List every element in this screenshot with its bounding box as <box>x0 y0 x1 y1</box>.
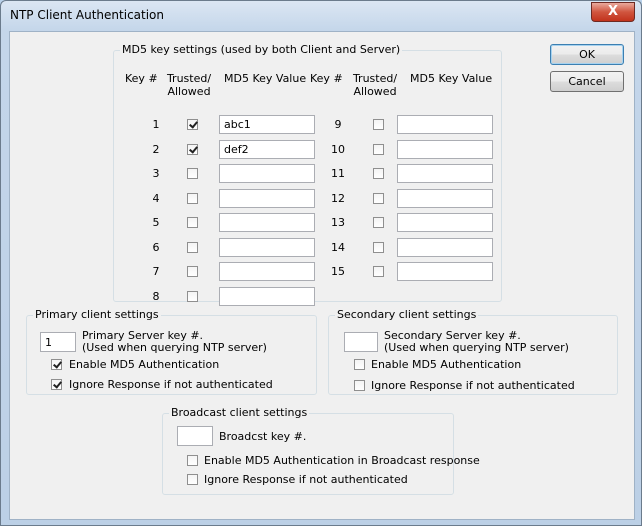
key-11-md5-value-input[interactable] <box>397 164 493 183</box>
key-3-md5-value-input[interactable] <box>219 164 315 183</box>
header-trusted-right: Trusted/ Allowed <box>350 72 400 98</box>
key-number-9: 9 <box>334 118 342 131</box>
key-11-trusted-checkbox[interactable] <box>373 168 384 179</box>
key-number-14: 14 <box>331 240 345 254</box>
key-3-trusted-checkbox[interactable] <box>187 168 198 179</box>
secondary-ignore-response-label: Ignore Response if not authenticated <box>371 379 575 392</box>
key-10-md5-value-input[interactable] <box>397 139 493 159</box>
key-number-12: 12 <box>331 191 345 205</box>
broadcast-ignore-response-checkbox[interactable] <box>187 474 198 485</box>
key-4-trusted-checkbox[interactable] <box>187 192 198 204</box>
key-number-4: 4 <box>152 191 160 205</box>
primary-ignore-response-label: Ignore Response if not authenticated <box>69 378 273 391</box>
key-number-13: 13 <box>331 216 345 229</box>
header-value-right: MD5 Key Value <box>410 72 493 85</box>
key-5-trusted-checkbox[interactable] <box>187 217 198 228</box>
key-12-md5-value-input[interactable] <box>397 188 493 208</box>
header-trusted-right-line1: Trusted/ <box>352 72 398 85</box>
dialog-client-area: MD5 key settings (used by both Client an… <box>9 31 635 520</box>
secondary-group-legend: Secondary client settings <box>335 308 479 321</box>
primary-enable-md5-label: Enable MD5 Authentication <box>69 358 220 371</box>
key-9-trusted-checkbox[interactable] <box>373 119 384 130</box>
broadcast-enable-md5-checkbox[interactable] <box>187 455 198 466</box>
key-number-11: 11 <box>331 167 345 180</box>
key-12-trusted-checkbox[interactable] <box>373 192 384 204</box>
broadcast-key-label: Broadcst key #. <box>219 430 307 443</box>
key-1-trusted-checkbox[interactable] <box>187 119 198 130</box>
broadcast-key-input[interactable] <box>177 426 213 446</box>
close-button[interactable]: X <box>591 2 635 22</box>
key-13-md5-value-input[interactable] <box>397 213 493 232</box>
key-6-trusted-checkbox[interactable] <box>187 241 198 253</box>
header-value-left: MD5 Key Value <box>224 72 307 85</box>
ok-button[interactable]: OK <box>550 44 624 65</box>
key-6-md5-value-input[interactable] <box>219 237 315 257</box>
secondary-server-key-note: (Used when querying NTP server) <box>384 341 569 354</box>
broadcast-ignore-response-label: Ignore Response if not authenticated <box>204 473 408 486</box>
key-2-trusted-checkbox[interactable] <box>187 143 198 155</box>
key-5-md5-value-input[interactable] <box>219 213 315 232</box>
header-key-right: Key # <box>310 72 343 85</box>
primary-server-key-input[interactable] <box>40 332 76 352</box>
key-14-trusted-checkbox[interactable] <box>373 241 384 253</box>
key-number-10: 10 <box>331 142 345 156</box>
key-number-7: 7 <box>152 265 160 278</box>
window-title: NTP Client Authentication <box>10 8 165 22</box>
md5-group-legend: MD5 key settings (used by both Client an… <box>120 43 403 56</box>
cancel-button[interactable]: Cancel <box>550 71 624 92</box>
key-number-3: 3 <box>152 167 160 180</box>
key-15-md5-value-input[interactable] <box>397 262 493 281</box>
dialog-window: NTP Client Authentication X MD5 key sett… <box>0 0 642 526</box>
key-number-1: 1 <box>152 118 160 131</box>
key-2-md5-value-input[interactable] <box>219 139 315 159</box>
header-trusted-right-line2: Allowed <box>353 85 397 98</box>
key-8-md5-value-input[interactable] <box>219 286 315 306</box>
header-trusted-left: Trusted/ Allowed <box>164 72 214 98</box>
key-7-md5-value-input[interactable] <box>219 262 315 281</box>
primary-enable-md5-checkbox[interactable] <box>51 359 62 370</box>
key-13-trusted-checkbox[interactable] <box>373 217 384 228</box>
secondary-ignore-response-checkbox[interactable] <box>354 380 365 391</box>
key-10-trusted-checkbox[interactable] <box>373 143 384 155</box>
key-number-5: 5 <box>152 216 160 229</box>
primary-group-legend: Primary client settings <box>33 308 161 321</box>
primary-server-key-note: (Used when querying NTP server) <box>82 341 267 354</box>
secondary-enable-md5-label: Enable MD5 Authentication <box>371 358 522 371</box>
secondary-enable-md5-checkbox[interactable] <box>354 359 365 370</box>
header-trusted-left-line2: Allowed <box>167 85 211 98</box>
secondary-server-key-input[interactable] <box>344 332 378 352</box>
broadcast-enable-md5-label: Enable MD5 Authentication in Broadcast r… <box>204 454 480 467</box>
key-number-6: 6 <box>152 240 160 254</box>
md5-key-settings-group: MD5 key settings (used by both Client an… <box>113 43 502 306</box>
key-8-trusted-checkbox[interactable] <box>187 290 198 302</box>
header-trusted-left-line1: Trusted/ <box>166 72 212 85</box>
key-number-15: 15 <box>331 265 345 278</box>
broadcast-client-settings-group: Broadcast client settings Broadcst key #… <box>162 406 480 495</box>
key-number-8: 8 <box>152 289 160 303</box>
broadcast-group-legend: Broadcast client settings <box>169 406 310 419</box>
header-key-left: Key # <box>125 72 158 85</box>
key-9-md5-value-input[interactable] <box>397 115 493 134</box>
key-1-md5-value-input[interactable] <box>219 115 315 134</box>
key-7-trusted-checkbox[interactable] <box>187 266 198 277</box>
primary-ignore-response-checkbox[interactable] <box>51 379 62 390</box>
secondary-client-settings-group: Secondary client settings Secondary Serv… <box>328 308 618 395</box>
primary-client-settings-group: Primary client settings Primary Server k… <box>26 308 317 395</box>
key-14-md5-value-input[interactable] <box>397 237 493 257</box>
title-bar[interactable]: NTP Client Authentication X <box>1 1 641 31</box>
key-number-2: 2 <box>152 142 160 156</box>
key-15-trusted-checkbox[interactable] <box>373 266 384 277</box>
key-4-md5-value-input[interactable] <box>219 188 315 208</box>
